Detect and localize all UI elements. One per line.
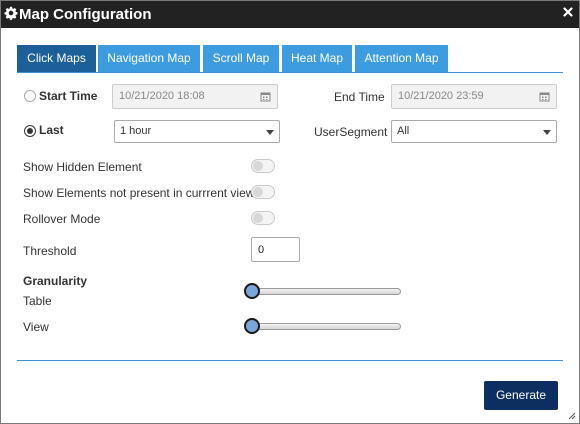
end-time-label: End Time — [334, 90, 385, 104]
tab-heat-map[interactable]: Heat Map — [282, 45, 352, 72]
last-duration-value: 1 hour — [120, 125, 152, 137]
map-configuration-dialog: Map Configuration Click Maps Navigation … — [0, 0, 580, 424]
footer-divider — [17, 360, 563, 361]
start-time-field: 10/21/2020 18:08 — [112, 84, 278, 109]
tab-attention-map[interactable]: Attention Map — [355, 45, 448, 72]
threshold-value: 0 — [258, 244, 265, 256]
generate-button[interactable]: Generate — [484, 381, 558, 410]
gear-icon — [4, 6, 18, 20]
close-icon[interactable] — [563, 7, 573, 17]
threshold-input[interactable]: 0 — [251, 237, 300, 262]
user-segment-select[interactable]: All — [391, 120, 557, 143]
granularity-view-slider[interactable] — [244, 318, 401, 334]
threshold-label: Threshold — [23, 244, 77, 258]
user-segment-label: UserSegment — [314, 125, 388, 139]
show-not-present-label: Show Elements not present in currrent vi… — [23, 186, 255, 200]
last-radio[interactable] — [24, 125, 36, 137]
end-time-field: 10/21/2020 23:59 — [391, 84, 557, 109]
tab-scroll-map[interactable]: Scroll Map — [203, 45, 279, 72]
slider-thumb[interactable] — [244, 283, 260, 299]
last-duration-select[interactable]: 1 hour — [114, 120, 280, 143]
start-time-radio[interactable] — [24, 90, 36, 102]
tab-click-maps[interactable]: Click Maps — [17, 45, 96, 72]
show-hidden-label: Show Hidden Element — [23, 160, 142, 174]
calendar-icon — [260, 92, 271, 102]
start-time-label: Start Time — [39, 89, 98, 103]
resize-grip-icon[interactable] — [568, 412, 576, 420]
granularity-table-slider[interactable] — [244, 283, 401, 299]
last-label: Last — [39, 123, 64, 137]
slider-thumb[interactable] — [244, 318, 260, 334]
rollover-mode-label: Rollover Mode — [23, 212, 101, 226]
show-hidden-toggle[interactable] — [251, 159, 275, 173]
slider-track — [251, 323, 401, 330]
granularity-heading: Granularity — [23, 274, 88, 288]
user-segment-value: All — [397, 125, 410, 137]
tab-navigation-map[interactable]: Navigation Map — [98, 45, 200, 72]
show-not-present-toggle[interactable] — [251, 185, 275, 199]
dialog-titlebar: Map Configuration — [1, 1, 579, 28]
end-time-value: 10/21/2020 23:59 — [398, 90, 484, 102]
dialog-title: Map Configuration — [19, 6, 152, 23]
caret-down-icon — [266, 130, 274, 135]
granularity-view-label: View — [23, 320, 49, 334]
calendar-icon — [539, 92, 550, 102]
start-time-value: 10/21/2020 18:08 — [119, 90, 205, 102]
tabs-divider — [17, 72, 563, 73]
granularity-table-label: Table — [23, 294, 52, 308]
rollover-mode-toggle[interactable] — [251, 211, 275, 225]
caret-down-icon — [543, 130, 551, 135]
slider-track — [251, 288, 401, 295]
